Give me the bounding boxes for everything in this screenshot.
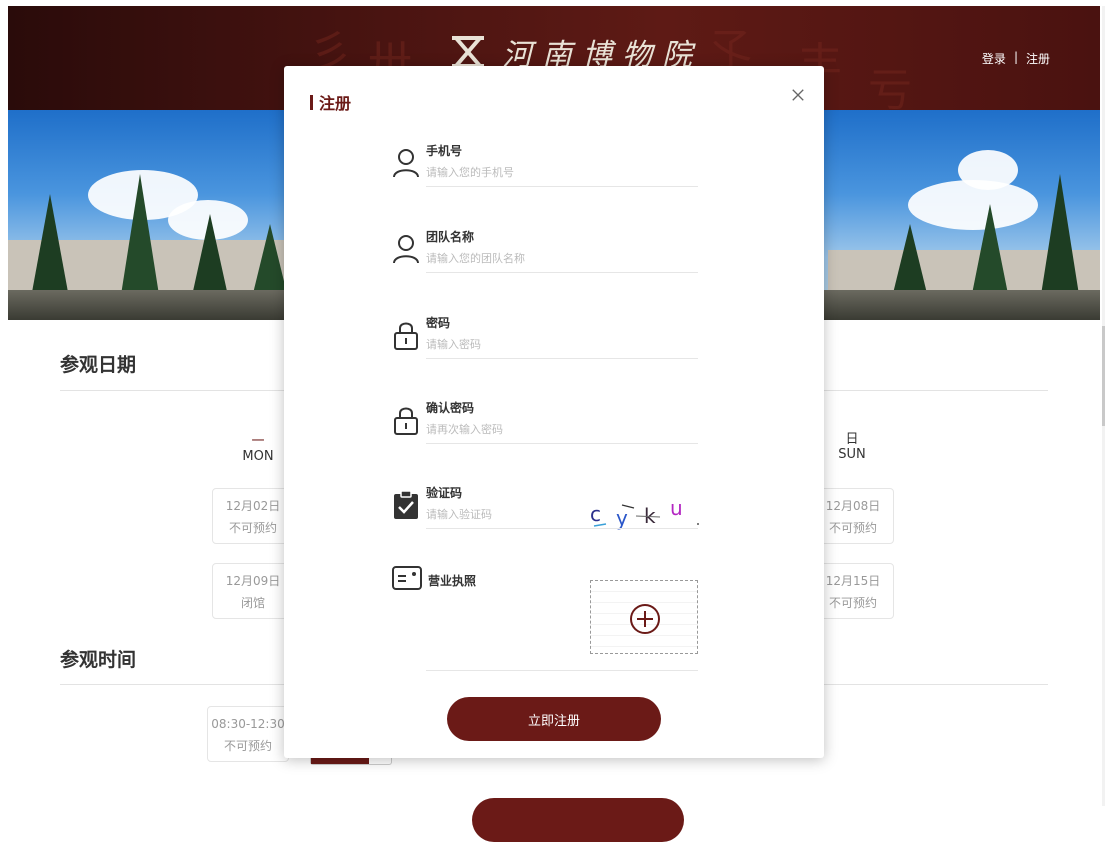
auth-separator: | [1013, 50, 1018, 64]
auth-links: 登录 | 注册 [982, 50, 1050, 67]
weekday-zh: 一 [251, 434, 265, 449]
phone-field: 手机号 [392, 136, 700, 216]
confirm-password-input[interactable] [424, 417, 700, 441]
header-decoration: 亏 [868, 65, 912, 110]
time-card-time: 08:30-12:30 [211, 717, 285, 731]
phone-input[interactable] [424, 160, 700, 184]
team-name-label: 团队名称 [426, 230, 475, 244]
captcha-label: 验证码 [426, 486, 463, 500]
weekday-en: MON [242, 449, 274, 464]
weekday-en: SUN [838, 447, 866, 462]
field-underline [426, 670, 698, 671]
date-card[interactable]: 12月09日 闭馆 [212, 563, 294, 619]
cloud [958, 150, 1018, 190]
weekday-zh: 日 [845, 432, 859, 447]
user-icon [393, 235, 419, 264]
phone-label: 手机号 [426, 144, 463, 158]
field-underline [426, 528, 698, 529]
visit-date-title: 参观日期 [60, 354, 137, 376]
business-license-field: 营业执照 [392, 566, 698, 672]
captcha-noise [593, 504, 699, 527]
field-underline [426, 443, 698, 444]
date-card-date: 12月08日 [825, 499, 881, 513]
business-license-label: 营业执照 [428, 574, 477, 588]
date-card[interactable]: 12月08日 不可预约 [812, 488, 894, 544]
team-name-field: 团队名称 [392, 222, 700, 302]
lock-icon [394, 322, 418, 350]
field-underline [426, 186, 698, 187]
user-icon [393, 149, 419, 178]
date-card[interactable]: 12月15日 不可预约 [812, 563, 894, 619]
register-link[interactable]: 注册 [1026, 50, 1050, 67]
page-submit-button[interactable] [472, 798, 684, 842]
modal-title: 注册 [310, 90, 351, 114]
date-card-status: 不可预约 [828, 521, 877, 535]
password-label: 密码 [426, 316, 451, 330]
field-underline [426, 358, 698, 359]
clipboard-check-icon [394, 490, 418, 519]
date-card-date: 12月09日 [225, 574, 281, 588]
date-card-date: 12月15日 [825, 574, 881, 588]
weekday-mon: 一 MON [228, 430, 288, 464]
modal-title-text: 注册 [319, 94, 352, 113]
lock-icon [394, 407, 418, 435]
time-card-status: 不可预约 [223, 739, 272, 753]
date-card[interactable]: 12月02日 不可预约 [212, 488, 294, 544]
captcha-field: 验证码 c y k u [392, 478, 700, 558]
captcha-image[interactable]: c y k u [590, 496, 700, 530]
confirm-password-field: 确认密码 [392, 393, 700, 473]
visit-time-title: 参观时间 [60, 649, 137, 671]
field-underline [426, 272, 698, 273]
date-card-status: 不可预约 [828, 596, 877, 610]
weekday-sun: 日 SUN [822, 428, 882, 462]
login-link[interactable]: 登录 [982, 50, 1006, 67]
password-field: 密码 [392, 308, 700, 388]
date-card-status: 闭馆 [240, 596, 265, 610]
title-accent-bar [310, 94, 313, 110]
id-card-icon [392, 566, 422, 590]
register-submit-button[interactable]: 立即注册 [447, 697, 661, 741]
captcha-input[interactable] [424, 502, 588, 526]
date-card-date: 12月02日 [225, 499, 281, 513]
plus-circle-icon [630, 604, 660, 634]
time-card[interactable]: 08:30-12:30 不可预约 [207, 706, 289, 762]
register-modal: 注册 手机号 团队名称 密码 [284, 66, 824, 758]
date-card-status: 不可预约 [228, 521, 277, 535]
team-name-input[interactable] [424, 246, 700, 270]
confirm-password-label: 确认密码 [426, 401, 475, 415]
license-upload-box[interactable] [590, 580, 698, 654]
close-icon[interactable] [790, 88, 806, 104]
password-input[interactable] [424, 332, 700, 356]
